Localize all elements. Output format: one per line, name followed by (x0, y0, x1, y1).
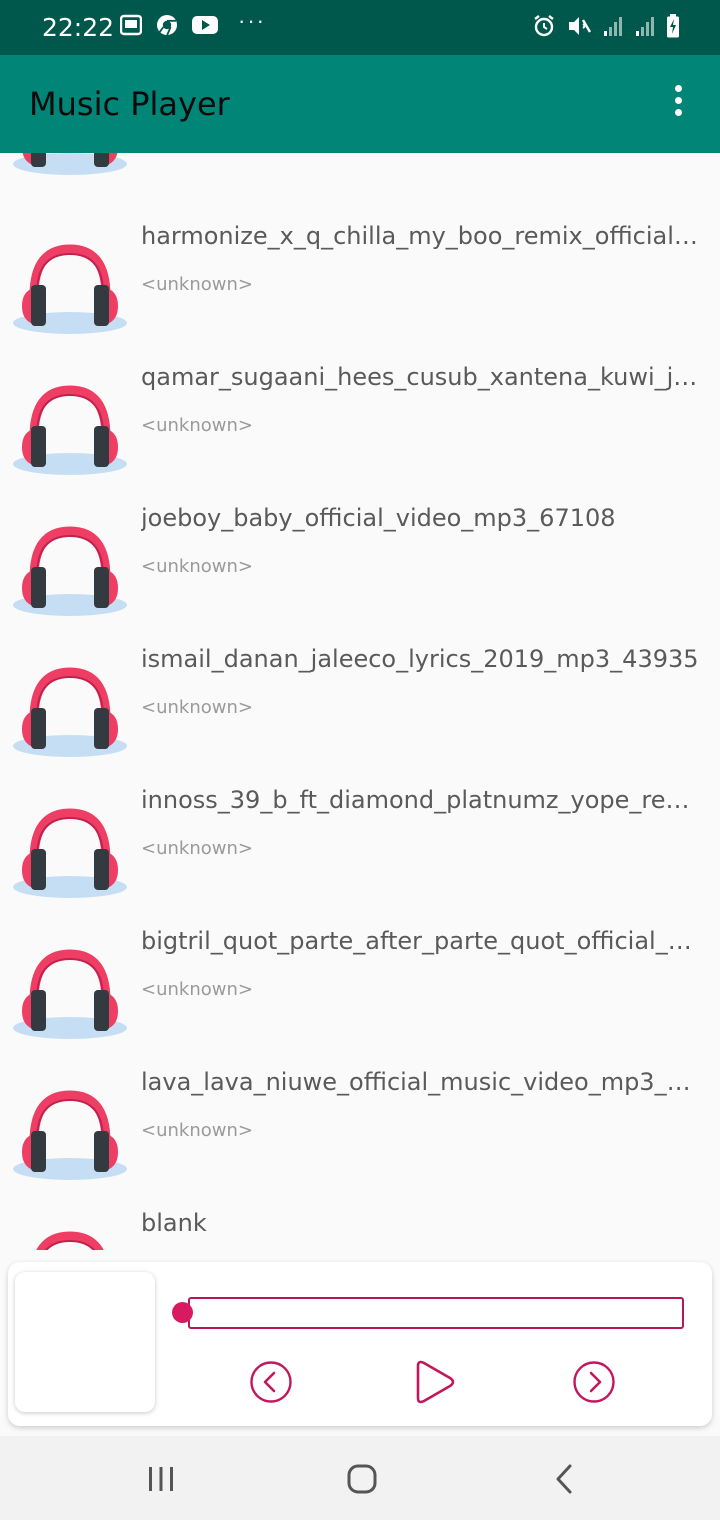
headphones-icon (13, 385, 127, 475)
song-artist: <unknown> (141, 1120, 253, 1141)
list-item[interactable]: bigtril_quot_parte_after_parte_quot_offi… (0, 903, 720, 1044)
seek-knob[interactable] (172, 1302, 193, 1323)
song-artist: <unknown> (141, 838, 253, 859)
page-title: Music Player (29, 85, 230, 123)
back-icon[interactable] (547, 1462, 581, 1496)
song-artist: <unknown> (141, 556, 253, 577)
signal-icon (604, 17, 622, 36)
song-title: bigtril_quot_parte_after_parte_quot_offi… (141, 927, 701, 955)
status-time: 22:22 (42, 13, 115, 42)
song-artist: <unknown> (141, 697, 253, 718)
album-art[interactable] (15, 1272, 155, 1412)
song-list[interactable]: harmonize_x_q_chilla_my_boo_remix_offici… (0, 153, 720, 1250)
headphones-icon (13, 949, 127, 1039)
song-title: ismail_danan_jaleeco_lyrics_2019_mp3_439… (141, 645, 699, 673)
list-item[interactable] (0, 153, 720, 180)
song-artist: <unknown> (141, 415, 253, 436)
recent-apps-icon[interactable] (144, 1462, 178, 1496)
headphones-icon (13, 526, 127, 616)
seek-bar[interactable] (188, 1297, 684, 1329)
overflow-menu-icon[interactable] (664, 85, 692, 125)
alarm-icon (534, 15, 554, 37)
headphones-icon (13, 153, 127, 175)
list-item[interactable]: ismail_danan_jaleeco_lyrics_2019_mp3_439… (0, 621, 720, 762)
headphones-icon (13, 244, 127, 334)
song-title: harmonize_x_q_chilla_my_boo_remix_offici… (141, 222, 701, 250)
headphones-icon (13, 1090, 127, 1180)
list-item[interactable]: innoss_39_b_ft_diamond_platnumz_yope_rem… (0, 762, 720, 903)
song-title: innoss_39_b_ft_diamond_platnumz_yope_rem… (141, 786, 701, 814)
list-item[interactable]: harmonize_x_q_chilla_my_boo_remix_offici… (0, 198, 720, 339)
navigation-bar (0, 1436, 720, 1520)
headphones-icon (36, 1231, 104, 1250)
signal-icon (636, 17, 654, 36)
list-item[interactable]: blank (0, 1185, 720, 1250)
headphones-icon (13, 667, 127, 757)
list-item[interactable]: qamar_sugaani_hees_cusub_xantena_kuwi_je… (0, 339, 720, 480)
song-artist: <unknown> (141, 979, 253, 1000)
screen-recorder-icon (120, 14, 142, 36)
battery-charging-icon (667, 14, 679, 38)
headphones-icon (13, 808, 127, 898)
song-title: blank (141, 1209, 207, 1237)
song-title: joeboy_baby_official_video_mp3_67108 (141, 504, 616, 532)
list-item[interactable]: lava_lava_niuwe_official_music_video_mp3… (0, 1044, 720, 1185)
song-title: qamar_sugaani_hees_cusub_xantena_kuwi_je… (141, 363, 701, 391)
more-notifications-icon: ··· (238, 8, 266, 33)
mute-icon (569, 17, 592, 35)
song-artist: <unknown> (141, 274, 253, 295)
status-bar: 22:22 ··· (0, 0, 720, 55)
previous-icon[interactable] (249, 1360, 293, 1404)
chrome-icon (157, 15, 177, 36)
list-item[interactable]: joeboy_baby_official_video_mp3_67108 <un… (0, 480, 720, 621)
play-icon[interactable] (412, 1358, 458, 1406)
youtube-icon (192, 16, 218, 34)
next-icon[interactable] (572, 1360, 616, 1404)
home-icon[interactable] (345, 1462, 379, 1496)
app-bar: Music Player (0, 55, 720, 153)
song-title: lava_lava_niuwe_official_music_video_mp3… (141, 1068, 701, 1096)
mini-player (8, 1262, 712, 1426)
